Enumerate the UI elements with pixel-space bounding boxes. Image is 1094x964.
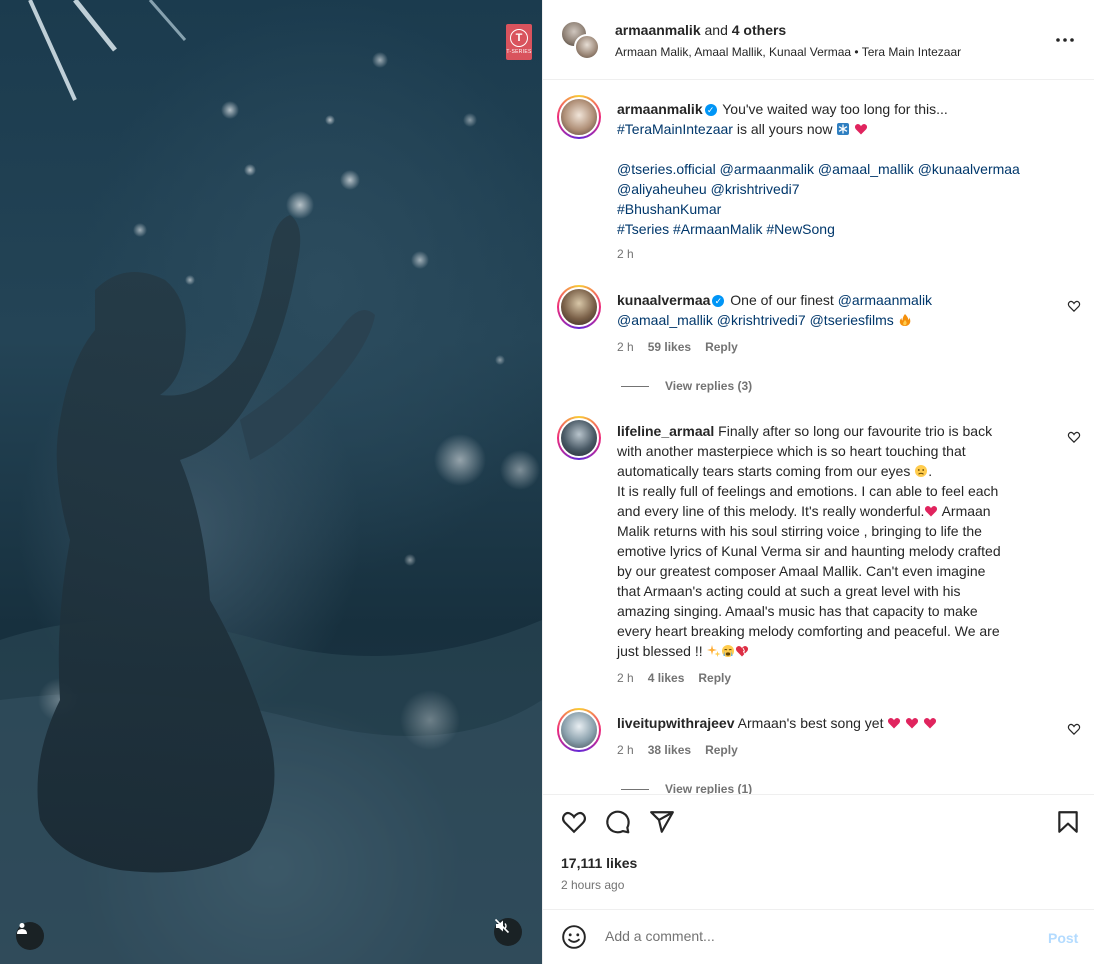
tseries-logo-text: T-SERIES (506, 49, 532, 55)
view-replies-button[interactable]: View replies (1) (621, 782, 752, 794)
comment-line: It is really full of feelings and emotio… (617, 483, 999, 499)
snowflake-emoji-icon (837, 123, 850, 135)
red-heart-emoji-icon (906, 717, 919, 729)
tseries-logo: T T-SERIES (506, 24, 532, 60)
caption-time[interactable]: 2 h (617, 247, 634, 261)
comment-line: by our greatest composer Amaal Mallik. C… (617, 563, 986, 579)
comment-line: emotive lyrics of Kunal Verma sir and ha… (617, 543, 1001, 559)
save-bookmark-icon[interactable] (1055, 809, 1081, 835)
comment-likes[interactable]: 59 likes (648, 340, 691, 354)
comment-meta: 2 h 4 likes Reply (617, 671, 745, 685)
comment-meta: 2 h 38 likes Reply (617, 743, 752, 757)
comment-username[interactable]: kunaalvermaa (617, 292, 710, 308)
comment-avatar[interactable] (557, 416, 601, 460)
comment-avatar[interactable] (557, 708, 601, 752)
red-heart-emoji-icon (888, 717, 901, 729)
more-options-button[interactable] (1053, 28, 1077, 52)
comment-line: amazing singing. Amaal's music has that … (617, 603, 978, 619)
comment-time[interactable]: 2 h (617, 671, 634, 685)
heart-on-fire-emoji-icon (735, 645, 748, 657)
comment-mentions[interactable]: @amaal_mallik @krishtrivedi7 @tseriesfil… (617, 312, 894, 328)
comment-mention[interactable]: @armaanmalik (838, 292, 932, 308)
speaker-muted-icon (494, 918, 510, 934)
comment-avatar[interactable] (557, 285, 601, 329)
comment-username[interactable]: liveitupwithrajeev (617, 715, 734, 731)
reply-button[interactable]: Reply (698, 671, 731, 685)
verified-badge-icon: ✓ (712, 295, 725, 308)
share-send-icon[interactable] (649, 809, 675, 835)
emoji-picker-icon[interactable] (561, 924, 587, 950)
comment-time[interactable]: 2 h (617, 340, 634, 354)
comment-text: Armaan's best song yet (737, 715, 888, 731)
like-comment-heart-icon[interactable] (1067, 722, 1081, 736)
mute-button[interactable] (494, 918, 522, 946)
comment-time[interactable]: 2 h (617, 743, 634, 757)
caption-meta: 2 h (617, 247, 648, 261)
collab-avatar-2[interactable] (574, 34, 600, 60)
post-subtitle[interactable]: Armaan Malik, Amaal Mallik, Kunaal Verma… (615, 45, 961, 59)
red-heart-emoji-icon (855, 123, 868, 135)
author-username[interactable]: armaanmalik (615, 22, 701, 38)
caption-username[interactable]: armaanmalik (617, 101, 703, 117)
caption-mentions-2[interactable]: @aliyaheuheu @krishtrivedi7 (617, 179, 1055, 199)
crying-face-emoji-icon (721, 645, 734, 657)
verified-badge-icon: ✓ (704, 104, 717, 117)
comment-likes[interactable]: 4 likes (648, 671, 685, 685)
others-link[interactable]: 4 others (732, 22, 786, 38)
user-icon (17, 923, 27, 934)
likes-count[interactable]: 17,111 likes (561, 855, 637, 871)
fire-emoji-icon (899, 314, 911, 326)
comment-likes[interactable]: 38 likes (648, 743, 691, 757)
caption-hashtags-1[interactable]: #BhushanKumar (617, 199, 1055, 219)
authors-and: and (700, 22, 732, 38)
comment-line: Armaan (938, 503, 991, 519)
video-player[interactable]: T T-SERIES (0, 0, 542, 964)
add-comment-row: Post (543, 909, 1094, 964)
comment-line: just blessed !! (617, 643, 707, 659)
like-comment-heart-icon[interactable] (1067, 299, 1081, 313)
comment-username[interactable]: lifeline_armaal (617, 423, 714, 439)
tagged-users-button[interactable] (16, 922, 44, 950)
post-sidebar: armaanmalik and 4 others Armaan Malik, A… (542, 0, 1094, 964)
like-comment-heart-icon[interactable] (1067, 430, 1081, 444)
red-heart-emoji-icon (924, 717, 937, 729)
comment-bubble-icon[interactable] (605, 809, 631, 835)
comment-line: with another masterpiece which is so hea… (617, 443, 966, 459)
caption-hashtags-2[interactable]: #Tseries #ArmaanMalik #NewSong (617, 219, 1055, 239)
comment-line: and every line of this melody. It's real… (617, 503, 925, 519)
more-horizontal-icon (1056, 38, 1074, 42)
comments-list[interactable]: armaanmalik ✓ You've waited way too long … (543, 81, 1094, 794)
comment-line: Finally after so long our favourite trio… (718, 423, 993, 439)
comment-line: Malik returns with his soul stirring voi… (617, 523, 982, 539)
post-authors: armaanmalik and 4 others (615, 22, 786, 38)
reply-button[interactable]: Reply (705, 340, 738, 354)
sad-face-emoji-icon (915, 465, 928, 477)
post-header: armaanmalik and 4 others Armaan Malik, A… (543, 0, 1094, 80)
post-comment-button[interactable]: Post (1048, 930, 1078, 946)
comment-input[interactable] (605, 928, 1025, 944)
caption-hashtag[interactable]: #TeraMainIntezaar (617, 121, 733, 137)
red-heart-emoji-icon (925, 505, 938, 517)
sparkles-emoji-icon (706, 645, 720, 657)
comment-line: that Armaan's acting could at such a gre… (617, 583, 961, 599)
post-time[interactable]: 2 hours ago (561, 878, 624, 892)
tseries-logo-glyph: T (510, 29, 528, 47)
like-heart-icon[interactable] (561, 809, 587, 835)
view-replies-label: View replies (3) (665, 379, 753, 393)
comment-line: every heart breaking melody comforting a… (617, 623, 1000, 639)
reply-button[interactable]: Reply (705, 743, 738, 757)
view-replies-button[interactable]: View replies (3) (621, 379, 752, 393)
caption-avatar[interactable] (557, 95, 601, 139)
post-actions: 17,111 likes 2 hours ago Post (543, 794, 1094, 964)
comment-text: One of our finest (730, 292, 838, 308)
view-replies-label: View replies (1) (665, 782, 753, 794)
comment-line: automatically tears starts coming from o… (617, 463, 915, 479)
comment-meta: 2 h 59 likes Reply (617, 340, 752, 354)
caption-line1: You've waited way too long for this... (722, 101, 948, 117)
caption-line2: is all yours now (732, 121, 837, 137)
caption-mentions-1[interactable]: @tseries.official @armaanmalik @amaal_ma… (617, 159, 1055, 179)
video-frame (0, 0, 542, 964)
